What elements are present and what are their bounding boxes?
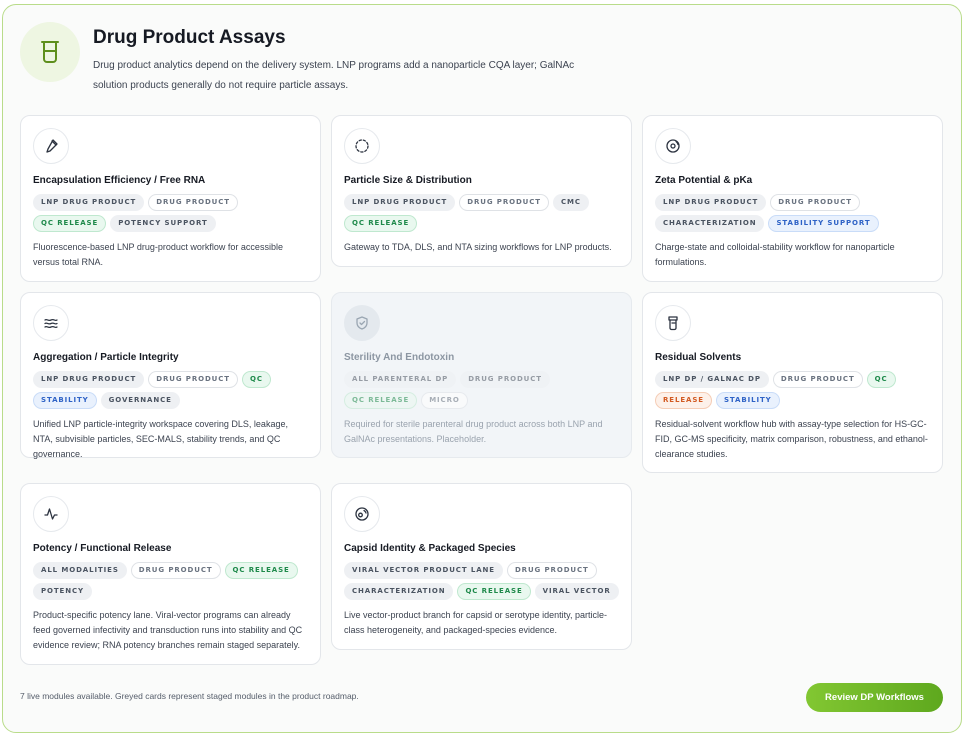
tag-badge: Drug Product [148, 371, 238, 388]
tag-badge: Drug Product [506, 562, 597, 579]
card-description: Live vector-product branch for capsid or… [344, 610, 607, 635]
tag-badge: QC Release [33, 215, 107, 232]
card-description: Required for sterile parenteral drug pro… [344, 419, 603, 444]
tag-badge: Characterization [344, 583, 454, 600]
tag-list: All Parenteral DP Drug Product QC Release M… [344, 371, 619, 409]
card-description: Gateway to TDA, DLS, and NTA sizing work… [344, 242, 612, 252]
tag-badge: Potency Support [110, 215, 216, 232]
tag-badge: Drug Product [459, 194, 549, 211]
beaker-icon [20, 22, 80, 82]
tag-badge: Drug Product [460, 371, 550, 388]
tag-badge: Viral Vector Product Lane [344, 562, 503, 579]
tag-badge: QC Release [344, 392, 418, 409]
dashed-circle-icon [344, 128, 380, 164]
tag-badge: Viral Vector [534, 583, 619, 600]
bottle-icon [655, 305, 691, 341]
tag-badge: LNP Drug Product [344, 194, 456, 211]
assay-card: Sterility And Endotoxin All Parenteral DP… [331, 292, 632, 458]
card-title: Aggregation / Particle Integrity [33, 352, 179, 363]
card-title: Potency / Functional Release [33, 543, 172, 554]
tag-badge: LNP DP / GalNAc DP [655, 371, 769, 388]
tag-badge: LNP Drug Product [33, 194, 145, 211]
tag-badge: QC Release [344, 215, 418, 232]
pipette-icon [33, 128, 69, 164]
tag-badge: Characterization [655, 215, 765, 232]
tag-badge: All Modalities [33, 562, 127, 579]
assay-card[interactable]: Aggregation / Particle Integrity LNP Drug… [20, 292, 321, 459]
card-description: Unified LNP particle-integrity workspace… [33, 419, 288, 459]
tag-badge: Stability Support [768, 215, 879, 232]
card-title: Capsid Identity & Packaged Species [344, 543, 516, 554]
tag-badge: Potency [33, 583, 93, 600]
tag-list: LNP DP / GalNAc DP Drug Product QC Release S… [655, 371, 930, 409]
assay-card[interactable]: Zeta Potential & pKa LNP Drug Product Drug… [642, 115, 943, 282]
capsid-icon [344, 496, 380, 532]
card-description: Residual-solvent workflow hub with assay… [655, 419, 928, 459]
page-title: Drug Product Assays [93, 27, 286, 48]
card-description: Fluorescence-based LNP drug-product work… [33, 242, 283, 267]
tag-badge: QC [866, 371, 896, 388]
page-subtitle: Drug product analytics depend on the del… [93, 60, 575, 91]
card-title: Particle Size & Distribution [344, 175, 472, 186]
card-description: Charge-state and colloidal-stability wor… [655, 242, 895, 267]
waves-icon [33, 305, 69, 341]
tag-badge: Drug Product [770, 194, 860, 211]
tag-badge: Stability [715, 392, 780, 409]
orbit-icon [655, 128, 691, 164]
assay-card[interactable]: Potency / Functional Release All Modaliti… [20, 483, 321, 665]
tag-badge: CMC [552, 194, 589, 211]
tag-list: LNP Drug Product Drug Product CMC QC Releas… [344, 194, 619, 232]
tag-badge: LNP Drug Product [655, 194, 767, 211]
tag-list: All Modalities Drug Product QC Release Pote… [33, 562, 308, 600]
tag-badge: QC [241, 371, 271, 388]
tag-list: Viral Vector Product Lane Drug Product Cha… [344, 562, 619, 600]
assay-card[interactable]: Particle Size & Distribution LNP Drug Pro… [331, 115, 632, 267]
tag-list: LNP Drug Product Drug Product Characteriza… [655, 194, 930, 232]
card-title: Zeta Potential & pKa [655, 175, 753, 186]
card-title: Sterility And Endotoxin [344, 352, 455, 363]
tag-badge: Drug Product [148, 194, 238, 211]
assay-card[interactable]: Residual Solvents LNP DP / GalNAc DP Drug … [642, 292, 943, 473]
tag-badge: All Parenteral DP [344, 371, 457, 388]
tag-badge: LNP Drug Product [33, 371, 145, 388]
assay-card[interactable]: Encapsulation Efficiency / Free RNA LNP D… [20, 115, 321, 282]
tag-badge: Stability [33, 392, 97, 409]
tag-badge: Drug Product [772, 371, 863, 388]
shield-icon [344, 305, 380, 341]
card-description: Product-specific potency lane. Viral-vec… [33, 610, 303, 650]
assay-card[interactable]: Capsid Identity & Packaged Species Viral … [331, 483, 632, 650]
card-title: Encapsulation Efficiency / Free RNA [33, 175, 206, 186]
tag-list: LNP Drug Product Drug Product QC Stability G… [33, 371, 308, 409]
review-dp-workflows-button[interactable]: Review DP Workflows [806, 683, 943, 712]
tag-badge: QC Release [224, 562, 298, 579]
tag-badge: Governance [100, 392, 180, 409]
tag-list: LNP Drug Product Drug Product QC Release Po… [33, 194, 308, 232]
activity-icon [33, 496, 69, 532]
tag-badge: QC Release [457, 583, 531, 600]
card-title: Residual Solvents [655, 352, 742, 363]
tag-badge: Micro [421, 392, 468, 409]
footer-note: 7 live modules available. Greyed cards r… [20, 691, 359, 701]
tag-badge: Release [655, 392, 712, 409]
tag-badge: Drug Product [130, 562, 221, 579]
